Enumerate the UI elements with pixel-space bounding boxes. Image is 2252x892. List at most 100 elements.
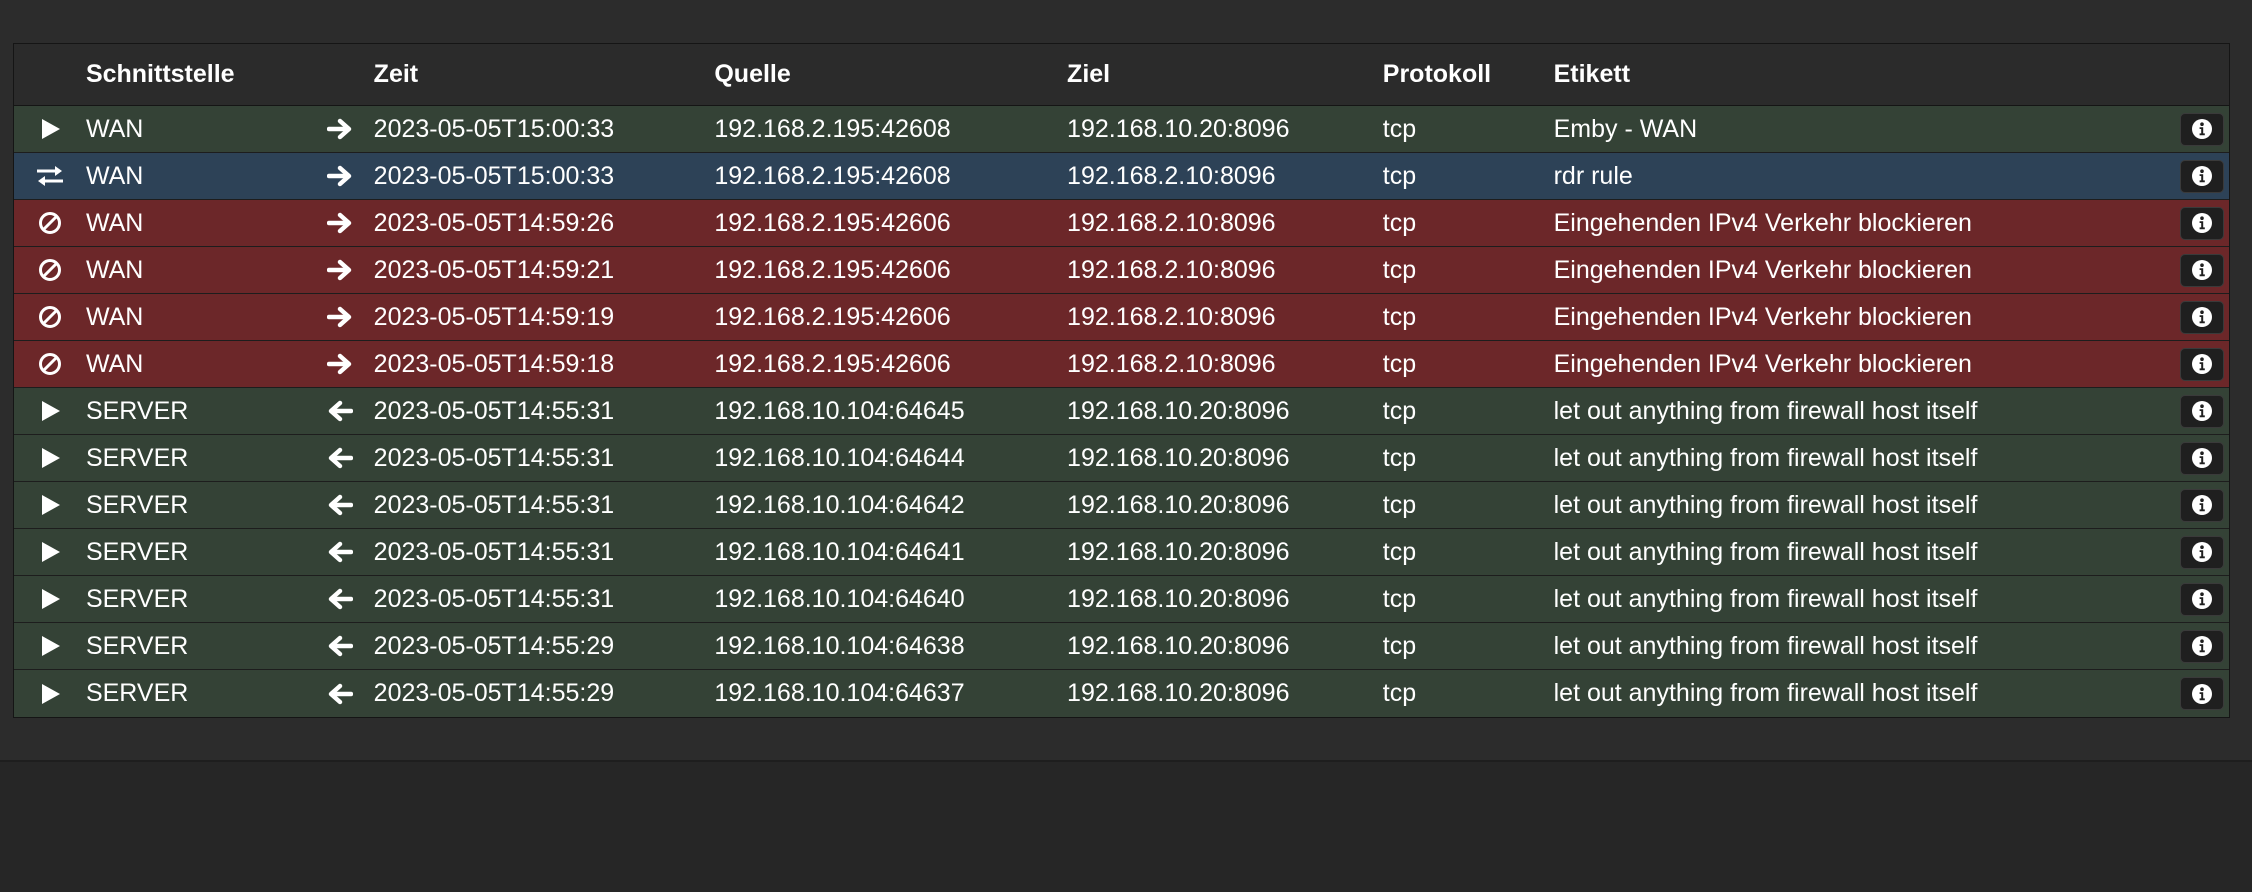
action-icon-cell bbox=[14, 634, 86, 658]
direction-icon-cell bbox=[306, 117, 374, 141]
interface-cell: SERVER bbox=[85, 537, 189, 566]
table-row[interactable]: SERVER 2023-05-05T14:55:31 192.168.10.10… bbox=[14, 529, 2229, 576]
direction-icon-cell bbox=[306, 493, 374, 517]
protocol-cell: tcp bbox=[1382, 161, 1417, 190]
protocol-cell: tcp bbox=[1382, 679, 1417, 707]
source-cell: 192.168.2.195:42608 bbox=[714, 114, 951, 143]
table-row[interactable]: SERVER 2023-05-05T14:55:29 192.168.10.10… bbox=[14, 623, 2229, 670]
destination-cell: 192.168.10.20:8096 bbox=[1067, 679, 1290, 707]
arrow-right-icon bbox=[326, 211, 353, 235]
header-label[interactable]: Etikett bbox=[1554, 60, 2174, 89]
table-row[interactable]: SERVER 2023-05-05T14:55:31 192.168.10.10… bbox=[14, 388, 2229, 435]
source-cell: 192.168.10.104:64644 bbox=[714, 443, 965, 472]
action-icon-cell bbox=[14, 493, 86, 517]
arrow-right-icon bbox=[326, 352, 353, 376]
firewall-log-table: Schnittstelle Zeit Quelle Ziel Protokoll… bbox=[13, 43, 2230, 718]
destination-cell: 192.168.10.20:8096 bbox=[1067, 584, 1290, 613]
destination-cell: 192.168.2.10:8096 bbox=[1067, 161, 1276, 190]
arrow-left-icon bbox=[327, 587, 353, 611]
ban-icon bbox=[38, 258, 62, 282]
info-cell bbox=[2174, 347, 2229, 381]
play-icon bbox=[38, 540, 62, 564]
time-cell: 2023-05-05T14:59:21 bbox=[373, 255, 615, 284]
table-row[interactable]: WAN 2023-05-05T14:59:26 192.168.2.195:42… bbox=[14, 200, 2229, 247]
label-cell: let out anything from firewall host itse… bbox=[1553, 490, 1978, 519]
action-icon-cell bbox=[14, 540, 86, 564]
play-icon bbox=[38, 117, 62, 141]
source-cell: 192.168.10.104:64638 bbox=[714, 631, 965, 660]
destination-cell: 192.168.10.20:8096 bbox=[1067, 114, 1290, 143]
table-row[interactable]: SERVER 2023-05-05T14:55:31 192.168.10.10… bbox=[14, 435, 2229, 482]
table-row[interactable]: WAN 2023-05-05T14:59:18 192.168.2.195:42… bbox=[14, 341, 2229, 388]
info-button[interactable] bbox=[2179, 300, 2224, 334]
info-cell bbox=[2174, 441, 2229, 475]
info-button[interactable] bbox=[2179, 394, 2224, 428]
time-cell: 2023-05-05T14:55:29 bbox=[373, 679, 615, 707]
label-cell: let out anything from firewall host itse… bbox=[1553, 396, 1978, 425]
content-panel: Schnittstelle Zeit Quelle Ziel Protokoll… bbox=[0, 0, 2252, 762]
info-button[interactable] bbox=[2179, 206, 2224, 240]
header-protocol[interactable]: Protokoll bbox=[1383, 60, 1554, 89]
table-row[interactable]: WAN 2023-05-05T14:59:21 192.168.2.195:42… bbox=[14, 247, 2229, 294]
info-button[interactable] bbox=[2179, 253, 2224, 287]
header-time[interactable]: Zeit bbox=[374, 60, 715, 89]
source-cell: 192.168.2.195:42606 bbox=[714, 255, 951, 284]
header-destination[interactable]: Ziel bbox=[1067, 60, 1383, 89]
time-cell: 2023-05-05T15:00:33 bbox=[373, 161, 615, 190]
label-cell: let out anything from firewall host itse… bbox=[1553, 584, 1978, 613]
table-row[interactable]: WAN 2023-05-05T15:00:33 192.168.2.195:42… bbox=[14, 106, 2229, 153]
info-button[interactable] bbox=[2179, 629, 2224, 663]
interface-cell: WAN bbox=[85, 302, 144, 331]
table-row[interactable]: WAN 2023-05-05T15:00:33 192.168.2.195:42… bbox=[14, 153, 2229, 200]
arrow-right-icon bbox=[326, 117, 353, 141]
ban-icon bbox=[38, 305, 62, 329]
action-icon-cell bbox=[14, 258, 86, 282]
table-row[interactable]: WAN 2023-05-05T14:59:19 192.168.2.195:42… bbox=[14, 294, 2229, 341]
info-button[interactable] bbox=[2179, 112, 2224, 146]
info-button[interactable] bbox=[2179, 347, 2224, 381]
info-cell bbox=[2174, 488, 2229, 522]
arrow-right-icon bbox=[326, 164, 353, 188]
ban-icon bbox=[38, 211, 62, 235]
info-cell bbox=[2174, 253, 2229, 287]
info-icon bbox=[2191, 212, 2213, 234]
table-row[interactable]: SERVER 2023-05-05T14:55:31 192.168.10.10… bbox=[14, 576, 2229, 623]
direction-icon-cell bbox=[306, 587, 374, 611]
table-row[interactable]: SERVER 2023-05-05T14:55:31 192.168.10.10… bbox=[14, 482, 2229, 529]
time-cell: 2023-05-05T14:59:26 bbox=[373, 208, 615, 237]
info-button[interactable] bbox=[2179, 488, 2224, 522]
info-icon bbox=[2191, 635, 2213, 657]
action-icon-cell bbox=[14, 587, 86, 611]
label-cell: Eingehenden IPv4 Verkehr blockieren bbox=[1553, 349, 1972, 378]
header-interface[interactable]: Schnittstelle bbox=[86, 60, 306, 89]
protocol-cell: tcp bbox=[1382, 443, 1417, 472]
arrow-left-icon bbox=[327, 399, 353, 423]
protocol-cell: tcp bbox=[1382, 396, 1417, 425]
info-button[interactable] bbox=[2179, 535, 2224, 569]
interface-cell: SERVER bbox=[85, 679, 189, 707]
interface-cell: WAN bbox=[85, 114, 144, 143]
interface-cell: SERVER bbox=[85, 443, 189, 472]
play-icon bbox=[38, 446, 62, 470]
time-cell: 2023-05-05T15:00:33 bbox=[373, 114, 615, 143]
interface-cell: SERVER bbox=[85, 584, 189, 613]
info-button[interactable] bbox=[2179, 159, 2224, 193]
source-cell: 192.168.2.195:42608 bbox=[714, 161, 951, 190]
source-cell: 192.168.2.195:42606 bbox=[714, 349, 951, 378]
action-icon-cell bbox=[14, 211, 86, 235]
info-button[interactable] bbox=[2179, 677, 2224, 710]
info-cell bbox=[2174, 629, 2229, 663]
time-cell: 2023-05-05T14:55:31 bbox=[373, 537, 615, 566]
play-icon bbox=[38, 399, 62, 423]
action-icon-cell bbox=[14, 446, 86, 470]
info-button[interactable] bbox=[2179, 441, 2224, 475]
protocol-cell: tcp bbox=[1382, 584, 1417, 613]
direction-icon-cell bbox=[306, 682, 374, 706]
info-icon bbox=[2191, 588, 2213, 610]
info-button[interactable] bbox=[2179, 582, 2224, 616]
header-source[interactable]: Quelle bbox=[714, 60, 1067, 89]
destination-cell: 192.168.10.20:8096 bbox=[1067, 443, 1290, 472]
info-icon bbox=[2191, 683, 2213, 705]
table-row[interactable]: SERVER 2023-05-05T14:55:29 192.168.10.10… bbox=[14, 670, 2229, 717]
time-cell: 2023-05-05T14:55:31 bbox=[373, 490, 615, 519]
